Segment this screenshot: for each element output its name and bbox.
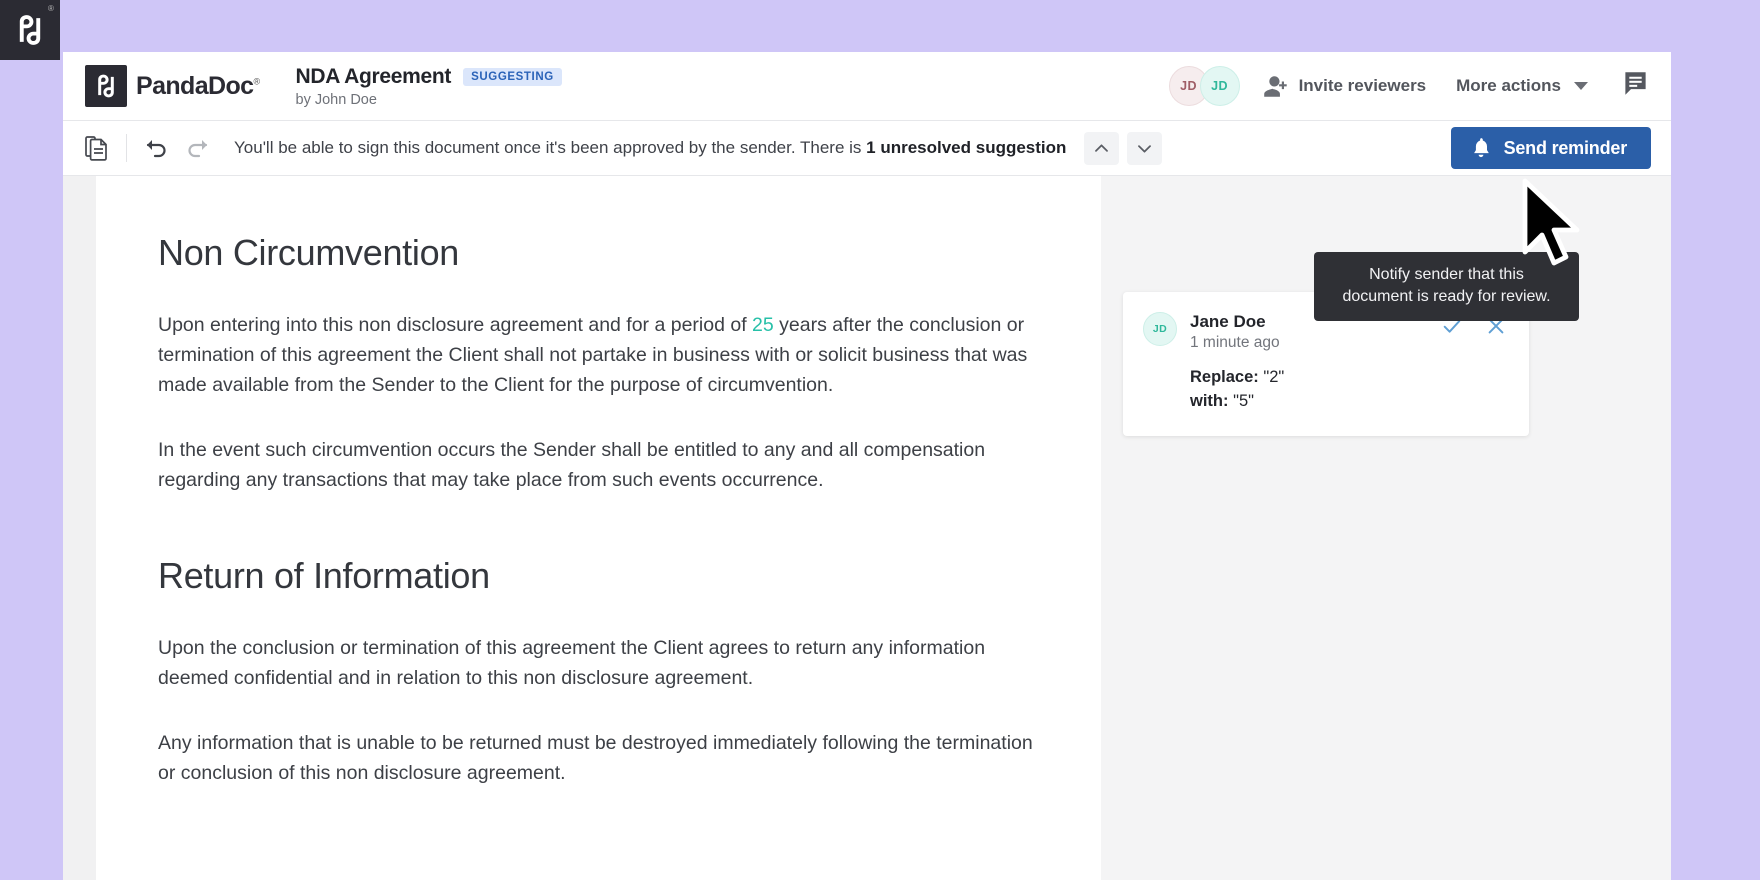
pandadoc-logo-icon	[19, 15, 41, 45]
toolbar-divider	[126, 134, 127, 162]
invite-reviewers-label: Invite reviewers	[1298, 76, 1427, 95]
next-suggestion-button[interactable]	[1127, 131, 1163, 165]
paragraph: In the event such circumvention occurs t…	[158, 438, 986, 491]
replace-label: Replace:	[1190, 368, 1259, 386]
registered-mark: ®	[48, 4, 54, 13]
comment-bubble-icon[interactable]	[1622, 70, 1649, 102]
invite-reviewers-button[interactable]: Invite reviewers	[1263, 74, 1427, 99]
tooltip-content: Notify sender that this document is read…	[1314, 252, 1579, 321]
chevron-down-icon	[1574, 82, 1588, 90]
avatar: JD	[1143, 312, 1177, 346]
pandadoc-logo-icon	[85, 65, 127, 107]
paragraph: Upon entering into this non disclosure a…	[158, 310, 1038, 401]
notice-bold: 1 unresolved suggestion	[866, 138, 1067, 157]
brand-registered-mark: ®	[253, 76, 260, 87]
paragraph: Upon the conclusion or termination of th…	[158, 637, 986, 690]
document-author: by John Doe	[295, 91, 377, 108]
with-label: with:	[1190, 391, 1229, 410]
paragraph: Any information that is unable to be ret…	[158, 731, 1033, 784]
send-reminder-label: Send reminder	[1503, 137, 1628, 158]
section-heading-1: Non Circumvention	[158, 232, 460, 273]
copy-document-icon[interactable]	[85, 135, 109, 161]
send-reminder-button[interactable]: Send reminder	[1450, 127, 1651, 169]
notice-toolbar: You'll be able to sign this document onc…	[63, 120, 1671, 176]
suggested-value-highlight[interactable]: 25	[752, 314, 774, 336]
paragraph-text-pre: Upon entering into this non disclosure a…	[158, 314, 753, 336]
prev-suggestion-button[interactable]	[1084, 131, 1120, 165]
document-gutter	[63, 176, 96, 880]
notice-message: You'll be able to sign this document onc…	[234, 138, 1066, 158]
brand-wordmark: PandaDoc®	[136, 72, 260, 101]
person-add-icon	[1263, 75, 1287, 97]
notice-prefix: You'll be able to sign this document onc…	[234, 138, 867, 157]
section-heading-2: Return of Information	[158, 555, 490, 597]
avatar[interactable]: JD	[1199, 66, 1240, 106]
chevron-up-icon	[1095, 143, 1109, 152]
suggestion-nav	[1084, 131, 1163, 165]
redo-button[interactable]	[186, 136, 210, 160]
replace-value: "2"	[1263, 368, 1285, 386]
bell-icon	[1473, 138, 1489, 158]
suggestion-author: Jane Doe	[1190, 312, 1266, 331]
app-window: PandaDoc® NDA Agreement SUGGESTING by Jo…	[63, 52, 1671, 880]
more-actions-button[interactable]: More actions	[1456, 76, 1588, 96]
document-page[interactable]: Non Circumvention Upon entering into thi…	[96, 176, 1101, 880]
suggestion-timestamp: 1 minute ago	[1190, 334, 1280, 351]
header-actions: JD JD Invite reviewers More actions	[1168, 66, 1649, 106]
document-meta: NDA Agreement SUGGESTING by John Doe	[296, 65, 562, 108]
undo-button[interactable]	[144, 136, 168, 160]
more-actions-label: More actions	[1456, 76, 1561, 95]
status-badge: SUGGESTING	[463, 67, 562, 86]
suggestion-body: Replace: "2" with: "5"	[1190, 366, 1507, 414]
app-header: PandaDoc® NDA Agreement SUGGESTING by Jo…	[63, 52, 1671, 120]
brand-name-text: PandaDoc	[136, 71, 254, 100]
chevron-down-icon	[1138, 144, 1152, 153]
collaborator-avatars[interactable]: JD JD	[1168, 66, 1240, 106]
with-value: "5"	[1233, 391, 1254, 410]
brand-logo[interactable]: PandaDoc®	[85, 65, 260, 107]
page-title: NDA Agreement	[295, 64, 452, 88]
